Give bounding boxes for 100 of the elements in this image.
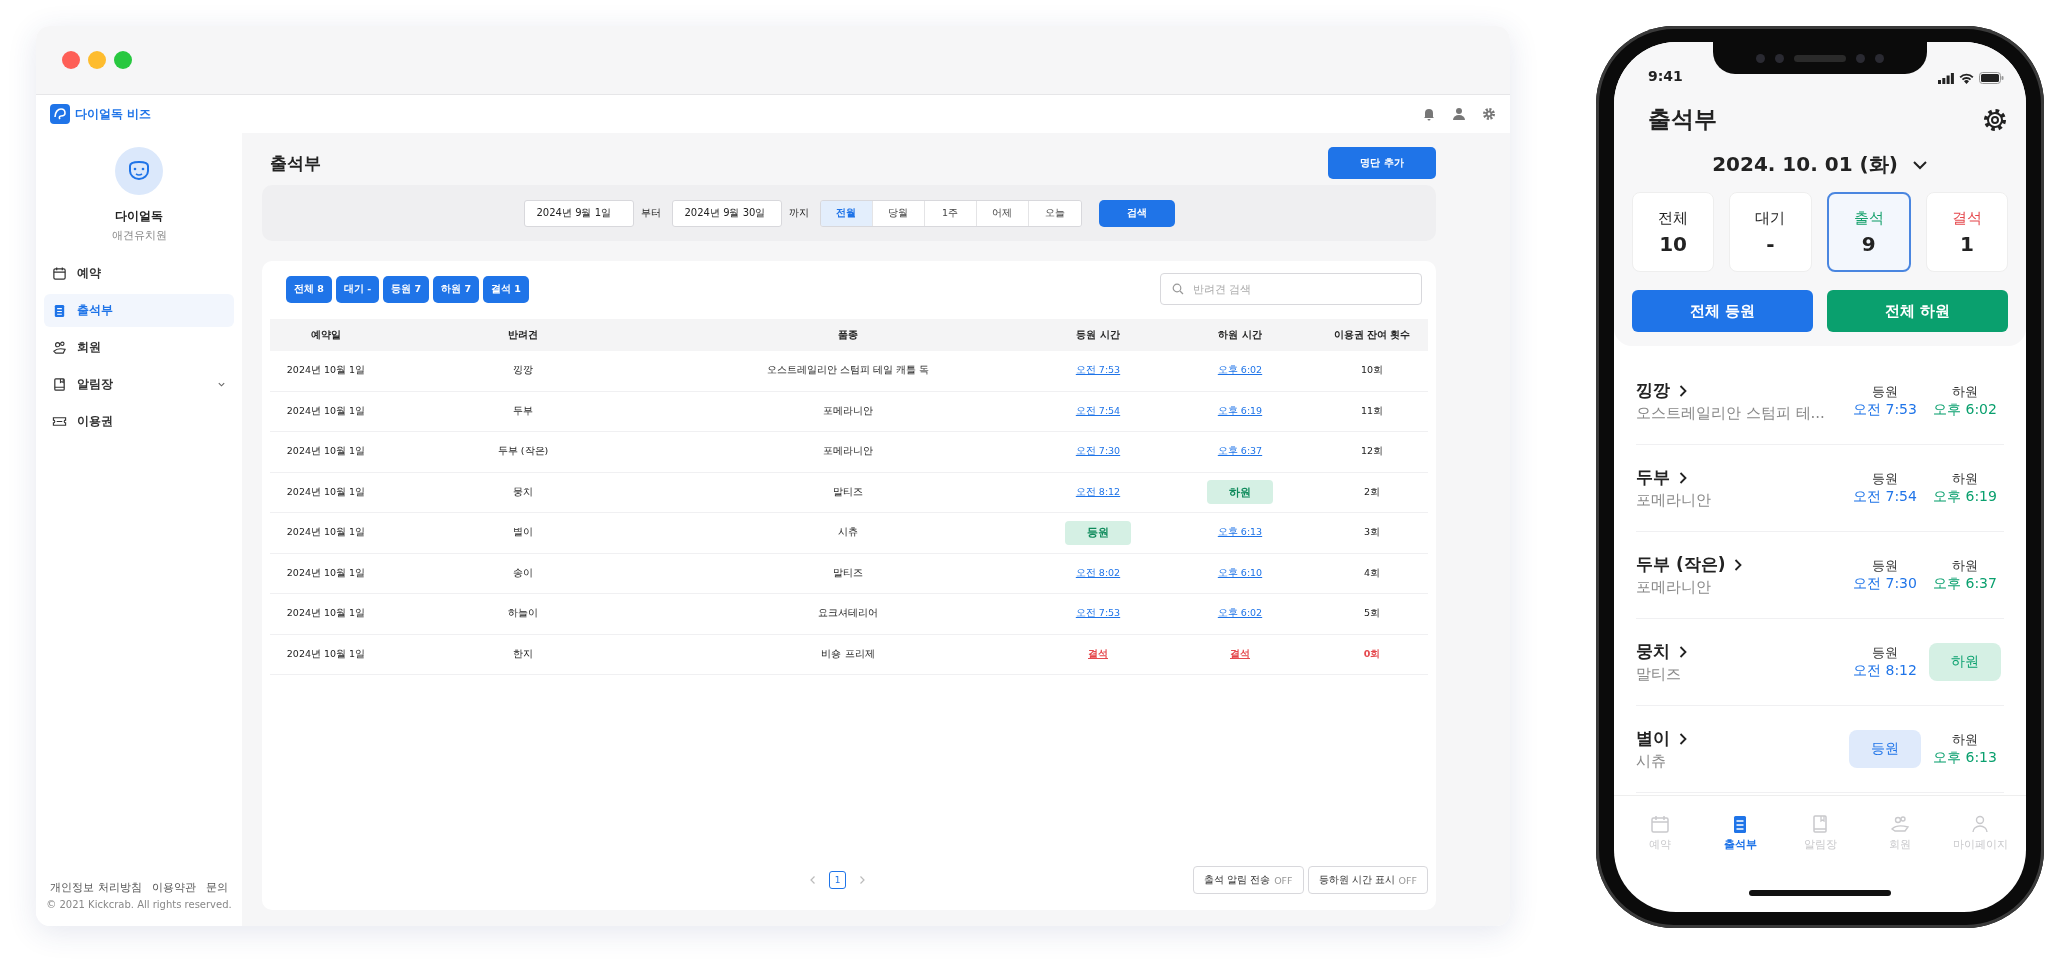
members-icon	[52, 340, 67, 355]
search-field[interactable]: 반려견 검색	[1160, 273, 1422, 305]
page-number[interactable]: 1	[829, 871, 846, 889]
time-link[interactable]: 오후 6:37	[1217, 445, 1263, 457]
check-button[interactable]: 등원	[1849, 730, 1921, 768]
sidebar-item[interactable]: 알림장	[44, 368, 234, 401]
time-link[interactable]: 오후 6:19	[1217, 404, 1263, 416]
period-tab[interactable]: 오늘	[1028, 200, 1081, 226]
search-button[interactable]: 검색	[1098, 199, 1175, 227]
footer-link[interactable]: 문의	[205, 880, 228, 895]
time-link[interactable]: 오후 6:02	[1217, 364, 1263, 376]
time-link[interactable]: 오후 6:13	[1217, 526, 1263, 538]
person-icon	[1970, 814, 1990, 834]
time-label: 하원	[1952, 383, 1978, 401]
add-list-button[interactable]: 명단 추가	[1328, 147, 1436, 179]
dog-name-link[interactable]: 뭉치	[1636, 640, 1844, 663]
column-header: 등원 시간	[1032, 319, 1164, 351]
column-header: 반려견	[382, 319, 664, 351]
time-link[interactable]: 오전 7:30	[1075, 445, 1121, 457]
sidebar-item[interactable]: 출석부	[44, 294, 234, 327]
time-link[interactable]: 오전 7:53	[1075, 607, 1121, 619]
status-filter-button[interactable]: 결석 1	[483, 275, 529, 303]
maximize-button[interactable]	[114, 51, 132, 69]
sidebar-item[interactable]: 회원	[44, 331, 234, 364]
date-cell: 2024년 10월 1일	[286, 364, 366, 376]
date-cell: 2024년 10월 1일	[286, 607, 366, 619]
status-filter-button[interactable]: 전체 8	[286, 275, 332, 303]
sidebar-item[interactable]: 이용권	[44, 405, 234, 438]
footer-link[interactable]: 개인정보 처리방침	[50, 880, 142, 895]
dog-avatar-icon	[115, 147, 163, 195]
status-filter-button[interactable]: 등원 7	[383, 275, 430, 303]
toggle-button[interactable]: 출석 알림 전송 OFF	[1193, 866, 1304, 894]
stat-label: 결석	[1951, 208, 1982, 228]
notebook-icon	[1810, 814, 1830, 834]
period-tab[interactable]: 전월	[820, 200, 873, 226]
check-button[interactable]: 하원	[1207, 480, 1273, 505]
dog-name-link[interactable]: 두부	[1636, 466, 1844, 489]
status-filter-button[interactable]: 하원 7	[433, 275, 480, 303]
dog-name-link[interactable]: 낑깡	[1636, 379, 1844, 402]
user-icon[interactable]	[1452, 107, 1466, 121]
dog-name-cell: 별이	[513, 526, 533, 538]
stat-card[interactable]: 출석 9	[1826, 192, 1911, 272]
previous-page-icon[interactable]	[809, 875, 817, 885]
chevron-right-icon	[1733, 557, 1744, 572]
check-out-all-button[interactable]: 전체 하원	[1827, 290, 2008, 332]
breed-cell: 포메라니안	[823, 445, 873, 457]
search-icon	[1172, 283, 1184, 295]
time-text: 오전 7:53	[1853, 401, 1917, 419]
time-label: 하원	[1952, 470, 1978, 488]
toggle-button[interactable]: 등하원 시간 표시 OFF	[1307, 866, 1428, 894]
remaining-count-cell: 5회	[1363, 607, 1380, 619]
dog-name-link[interactable]: 두부 (작은)	[1636, 553, 1844, 576]
period-tab[interactable]: 1주	[924, 200, 977, 226]
time-link[interactable]: 오전 8:02	[1075, 566, 1121, 578]
close-button[interactable]	[62, 51, 80, 69]
date-cell: 2024년 10월 1일	[286, 485, 366, 497]
check-in-all-button[interactable]: 전체 등원	[1632, 290, 1813, 332]
status-filter-button[interactable]: 대기 -	[335, 275, 380, 303]
stat-card[interactable]: 전체 10	[1632, 192, 1715, 272]
remaining-count-cell: 4회	[1363, 566, 1380, 578]
time-text: 오전 7:54	[1853, 488, 1917, 506]
period-tab[interactable]: 당월	[872, 200, 925, 226]
logo-text[interactable]: 다이얼독 비즈	[75, 105, 152, 123]
stat-value: 9	[1861, 231, 1876, 256]
check-button[interactable]: 등원	[1065, 520, 1131, 545]
dog-name-cell: 하늘이	[508, 607, 538, 619]
dog-name-cell: 뭉치	[513, 485, 533, 497]
breed-text: 시츄	[1636, 752, 1667, 771]
next-page-icon[interactable]	[858, 875, 866, 885]
time-link[interactable]: 오전 8:12	[1075, 485, 1121, 497]
date-field[interactable]: 2024년 9월 30일	[671, 199, 782, 227]
time-text: 오후 6:19	[1933, 488, 1997, 506]
dog-name-cell: 한지	[513, 647, 533, 659]
sidebar-item[interactable]: 예약	[44, 257, 234, 290]
time-link[interactable]: 오후 6:10	[1217, 566, 1263, 578]
bell-icon[interactable]	[1422, 107, 1436, 121]
settings-icon[interactable]	[1982, 106, 2008, 133]
column-header: 하원 시간	[1164, 319, 1316, 351]
time-link[interactable]: 오후 6:02	[1217, 607, 1263, 619]
time-label: 등원	[1872, 470, 1898, 488]
minimize-button[interactable]	[88, 51, 106, 69]
date-field[interactable]: 2024년 9월 1일	[523, 199, 634, 227]
stat-card[interactable]: 대기 -	[1729, 192, 1812, 272]
footer-link[interactable]: 이용약관	[151, 880, 196, 895]
time-link[interactable]: 오전 7:54	[1075, 404, 1121, 416]
date-selector[interactable]: 2024. 10. 01 (화)	[1628, 151, 2012, 178]
stat-label: 전체	[1658, 208, 1689, 228]
absent-link[interactable]: 결석	[1230, 647, 1250, 659]
dog-name-cell: 낑깡	[513, 364, 533, 376]
stat-card[interactable]: 결석 1	[1925, 192, 2008, 272]
tab-bar-item[interactable]: 출석부	[1700, 814, 1780, 852]
breed-cell: 오스트레일리안 스텀피 테일 캐틀 독	[766, 364, 930, 376]
check-button[interactable]: 하원	[1929, 643, 2001, 681]
battery-icon	[1979, 72, 2004, 84]
time-label: 하원	[1952, 557, 1978, 575]
absent-link[interactable]: 결석	[1088, 647, 1108, 659]
time-label: 등원	[1872, 644, 1898, 662]
time-link[interactable]: 오전 7:53	[1075, 364, 1121, 376]
dog-name-link[interactable]: 별이	[1636, 727, 1844, 750]
period-tab[interactable]: 어제	[976, 200, 1029, 226]
